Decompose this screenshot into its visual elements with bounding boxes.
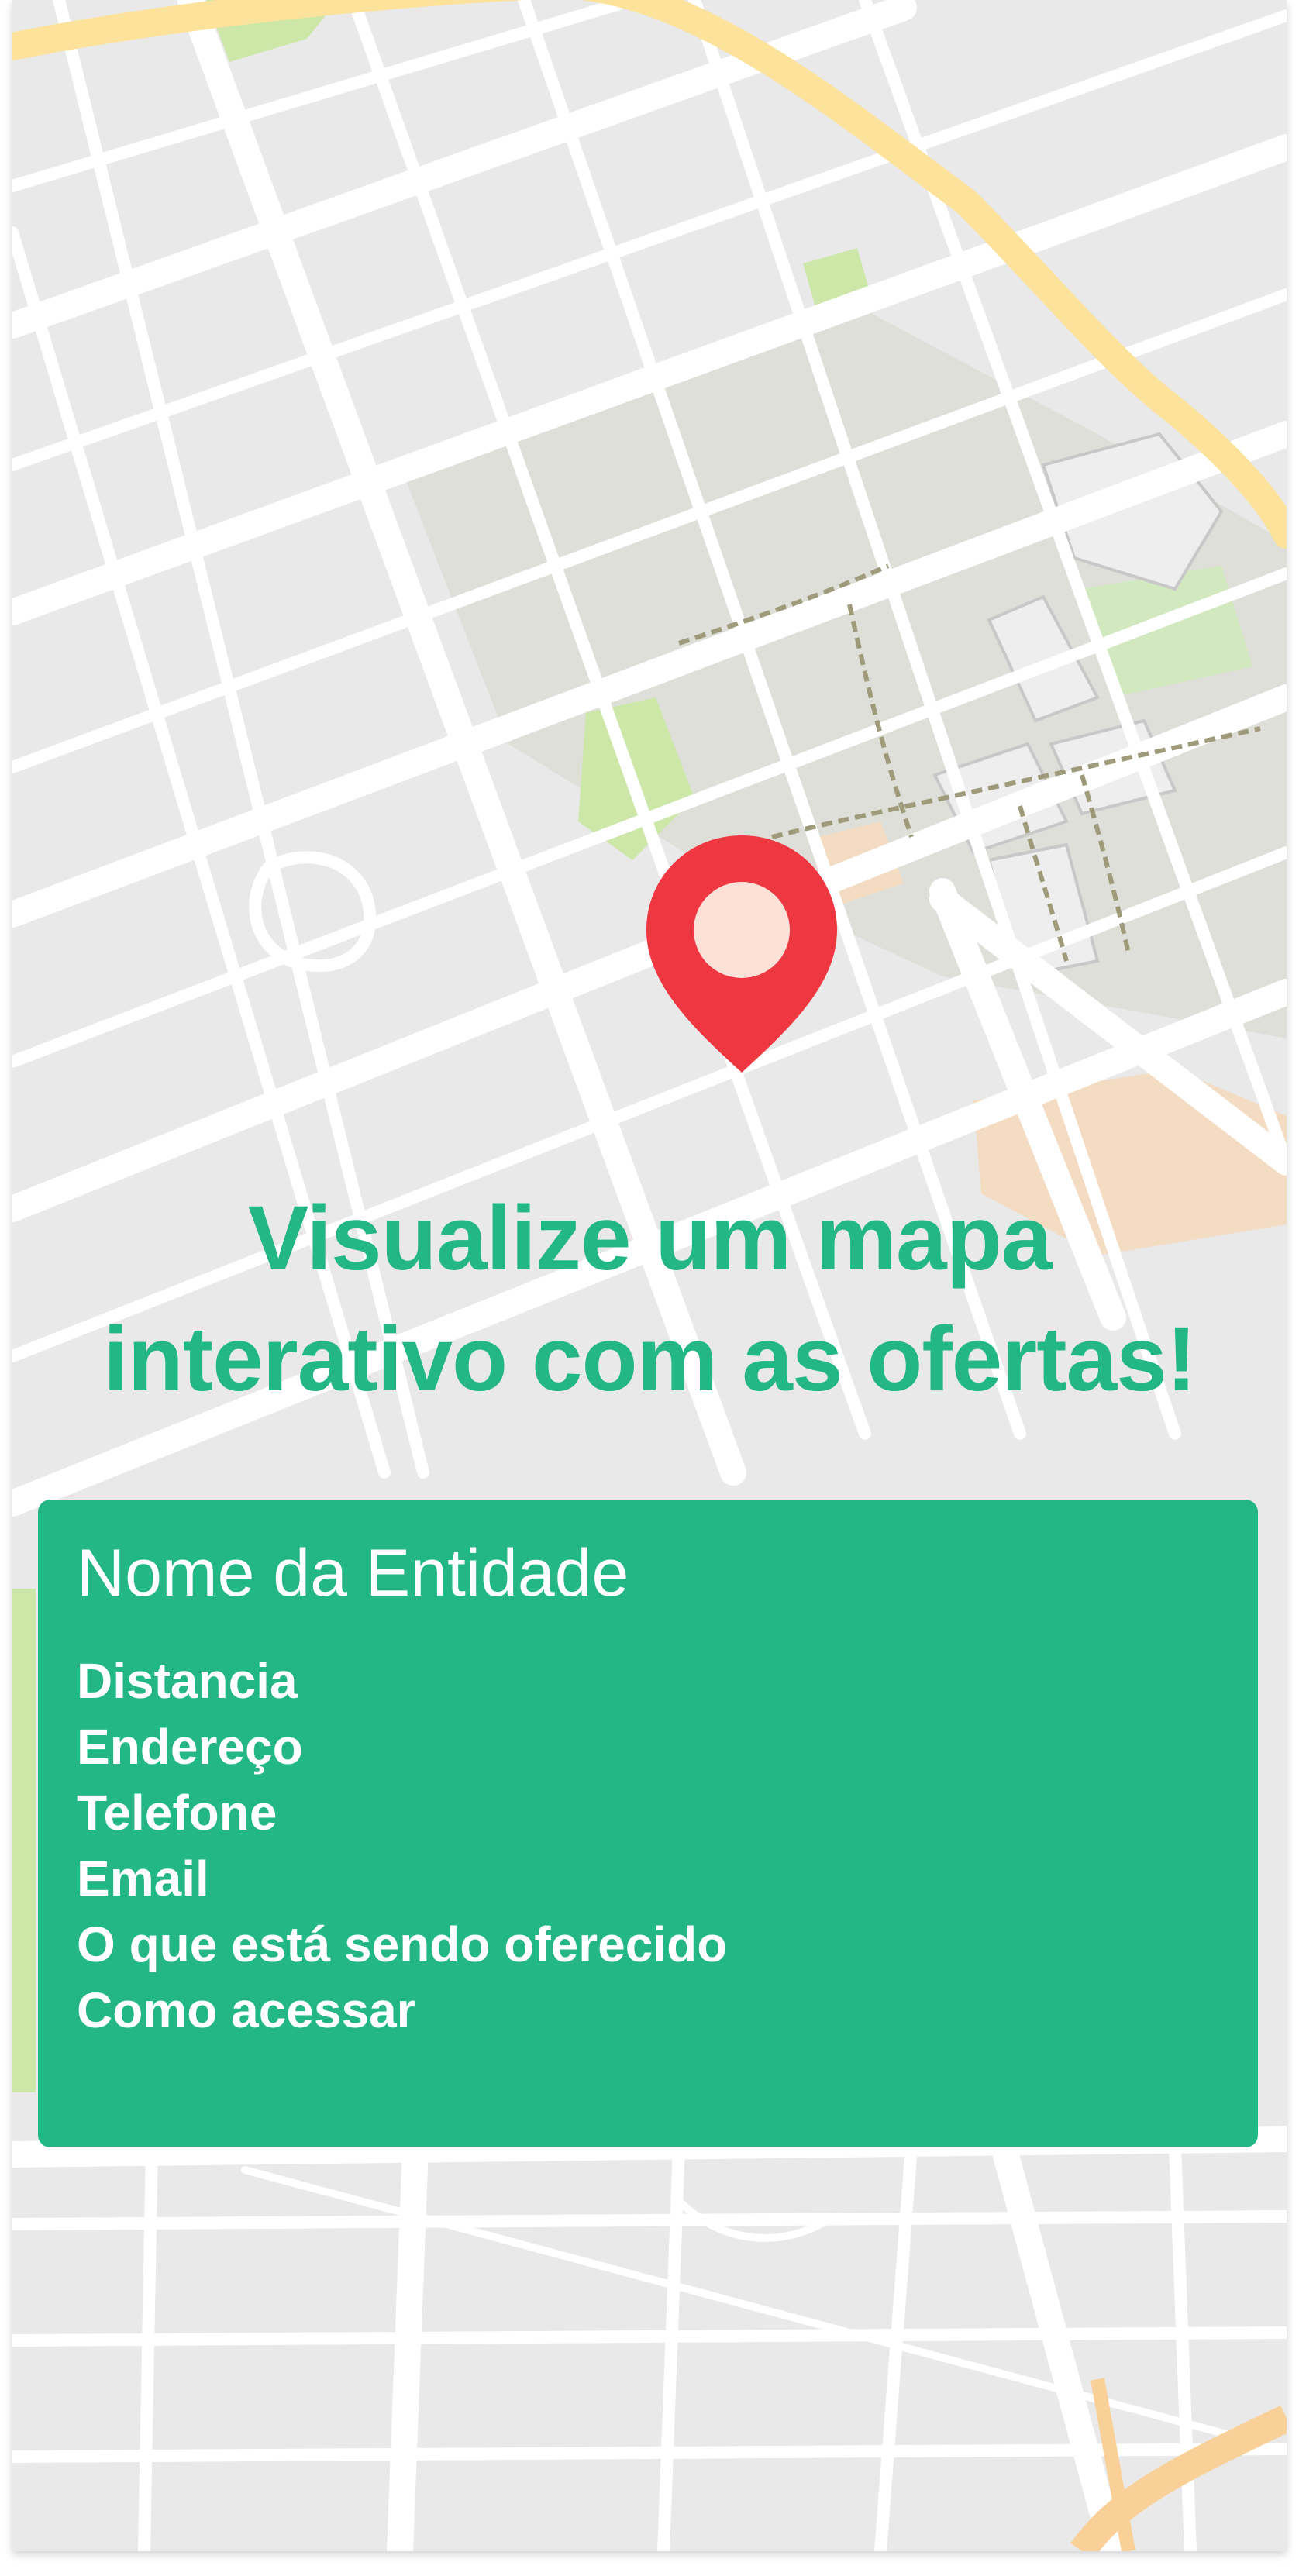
entity-field-offer: O que está sendo oferecido	[77, 1917, 728, 1972]
entity-field-distance: Distancia	[77, 1653, 298, 1709]
entity-field-phone: Telefone	[77, 1785, 277, 1841]
entity-name: Nome da Entidade	[77, 1536, 629, 1610]
map-pin-icon[interactable]	[640, 831, 843, 1077]
app-screen: Visualize um mapa interativo com as ofer…	[12, 0, 1287, 2551]
entity-field-address: Endereço	[77, 1719, 303, 1775]
entity-field-access: Como acessar	[77, 1982, 416, 2038]
entity-info-card[interactable]: Nome da Entidade Distancia Endereço Tele…	[38, 1500, 1258, 2147]
entity-fields-list: Distancia Endereço Telefone Email O que …	[77, 1648, 1219, 2044]
entity-field-email: Email	[77, 1851, 209, 1906]
headline: Visualize um mapa interativo com as ofer…	[102, 1187, 1197, 1410]
